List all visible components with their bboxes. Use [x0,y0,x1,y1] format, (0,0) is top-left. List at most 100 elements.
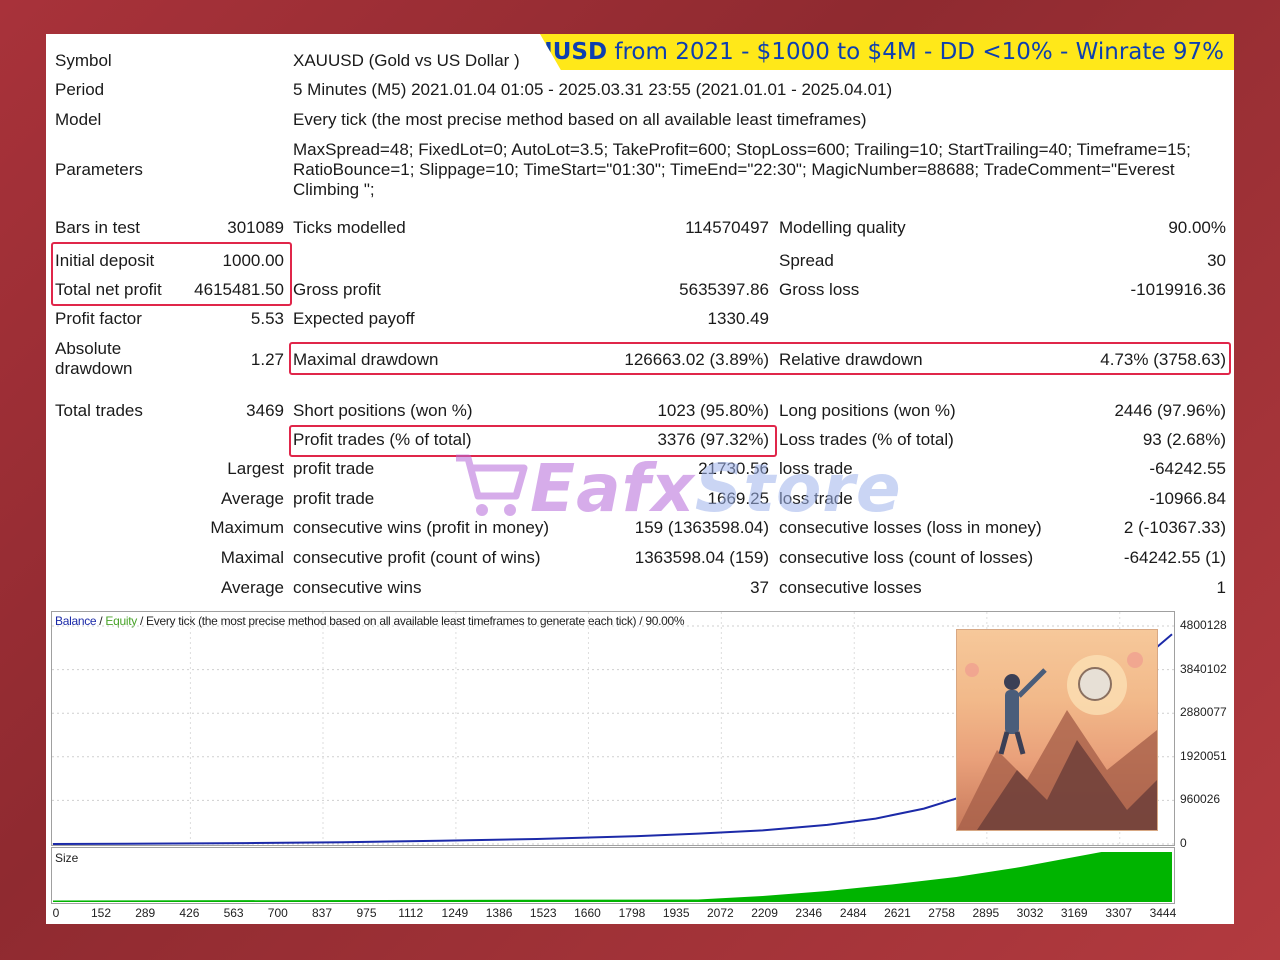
ep-label: Expected payoff [293,309,415,328]
lt-value: 93 (2.68%) [1142,430,1226,449]
x-tick-label: 2346 [795,906,823,920]
highlight-drawdown [289,342,1231,375]
mx-loss-label: consecutive loss (count of losses) [779,548,1034,567]
x-tick-label: 1249 [441,906,469,920]
x-tick-label: 2484 [839,906,867,920]
x-tick-label: 1798 [618,906,646,920]
x-tick-label: 0 [52,906,60,920]
x-tick-label: 3307 [1105,906,1133,920]
avg-losses-label: consecutive losses [779,578,922,597]
x-tick-label: 2895 [972,906,1000,920]
spread-value: 30 [1207,251,1226,270]
y-tick-label: 4800128 [1180,618,1227,632]
maximum-label: Maximum [210,518,284,537]
grossloss-label: Gross loss [779,280,860,299]
period-value: 5 Minutes (M5) 2021.01.04 01:05 - 2025.0… [293,80,893,99]
x-tick-label: 3444 [1149,906,1177,920]
absdd-value: 1.27 [250,350,284,369]
mx-profit-label: consecutive profit (count of wins) [293,548,541,567]
trades-label: Total trades [55,401,143,420]
avg-losses-value: 1 [1216,578,1226,597]
y-tick-label: 2880077 [1180,705,1227,720]
params-value: MaxSpread=48; FixedLot=0; AutoLot=3.5; T… [293,140,1191,199]
spread-label: Spread [779,251,834,270]
short-value: 1023 (95.80%) [657,401,769,420]
trades-value: 3469 [246,401,284,420]
largest-lt-label: loss trade [779,459,853,478]
x-tick-label: 1660 [574,906,601,920]
x-tick-label: 3032 [1016,906,1044,920]
max-wins-value: 159 (1363598.04) [634,518,769,537]
x-tick-label: 563 [223,906,244,920]
grossprofit-value: 5635397.86 [679,280,769,299]
x-tick-label: 700 [267,906,288,920]
model-value: Every tick (the most precise method base… [293,110,867,129]
max-losses-label: consecutive losses (loss in money) [779,518,1042,537]
short-label: Short positions (won %) [293,401,473,420]
highlight-deposit-profit [51,242,292,306]
title-banner: XAUUSD from 2021 - $1000 to $4M - DD <10… [540,34,1234,70]
absdd-label: Absolute drawdown [55,339,133,378]
lt-label: Loss trades (% of total) [779,430,954,449]
mx-loss-value: -64242.55 (1) [1123,548,1226,567]
ep-value: 1330.49 [707,309,769,328]
size-area [53,852,1172,902]
size-plot [53,852,1172,902]
largest-pt-value: 21730.56 [698,459,769,478]
average-label: Average [220,489,284,508]
banner-rest: from 2021 - $1000 to $4M - DD <10% - Win… [607,39,1224,65]
params-label: Parameters [55,160,143,179]
x-tick-label: 975 [356,906,377,920]
size-chart: Size [51,847,1175,904]
x-tick-label: 3169 [1060,906,1088,920]
x-tick-label: 1386 [485,906,513,920]
promo-illustration [956,629,1158,831]
symbol-value: XAUUSD (Gold vs US Dollar ) [293,51,520,70]
x-tick-label: 1112 [398,906,424,920]
report-frame: XAUUSD from 2021 - $1000 to $4M - DD <10… [46,34,1234,924]
y-tick-label: 1920051 [1180,748,1227,763]
model-label: Model [55,110,102,129]
average-pt-value: 1669.25 [707,489,769,508]
y-tick-label: 960026 [1180,792,1221,807]
x-tick-label: 289 [135,906,156,920]
bars-label: Bars in test [55,218,141,237]
grossprofit-label: Gross profit [293,280,381,299]
max-losses-value: 2 (-10367.33) [1123,518,1226,537]
period-label: Period [55,80,105,99]
x-tick-label: 1935 [662,906,690,920]
y-tick-label: 3840102 [1180,661,1227,676]
bars-value: 301089 [227,218,284,237]
avg-wins-value: 37 [750,578,769,597]
largest-label: Largest [227,459,284,478]
mx-profit-value: 1363598.04 (159) [634,548,769,567]
x-tick-label: 2209 [751,906,778,920]
climber-illustration [957,652,1157,830]
largest-lt-value: -64242.55 [1149,459,1226,478]
x-tick-label: 2758 [928,906,955,920]
max-wins-label: consecutive wins (profit in money) [293,518,550,537]
pf-label: Profit factor [55,309,142,328]
x-tick-label: 426 [179,906,200,920]
symbol-label: Symbol [55,51,112,70]
banner-text: XAUUSD from 2021 - $1000 to $4M - DD <10… [540,39,1234,65]
quality-value: 90.00% [1168,218,1226,237]
x-tick-label: 837 [311,906,332,920]
average2-label: Average [220,578,284,597]
x-tick-label: 2072 [707,906,734,920]
pf-value: 5.53 [250,309,284,328]
average-pt-label: profit trade [293,489,375,508]
cart-icon [456,454,528,516]
ticks-label: Ticks modelled [293,218,406,237]
long-label: Long positions (won %) [779,401,956,420]
avg-wins-label: consecutive wins [293,578,422,597]
x-tick-label: 152 [91,906,112,920]
average-lt-value: -10966.84 [1149,489,1226,508]
ticks-value: 114570497 [685,218,769,237]
average-lt-label: loss trade [779,489,853,508]
quality-label: Modelling quality [779,218,906,237]
largest-pt-label: profit trade [293,459,375,478]
x-tick-label: 2621 [884,906,911,920]
long-value: 2446 (97.96%) [1114,401,1226,420]
highlight-profit-trades [289,425,777,457]
